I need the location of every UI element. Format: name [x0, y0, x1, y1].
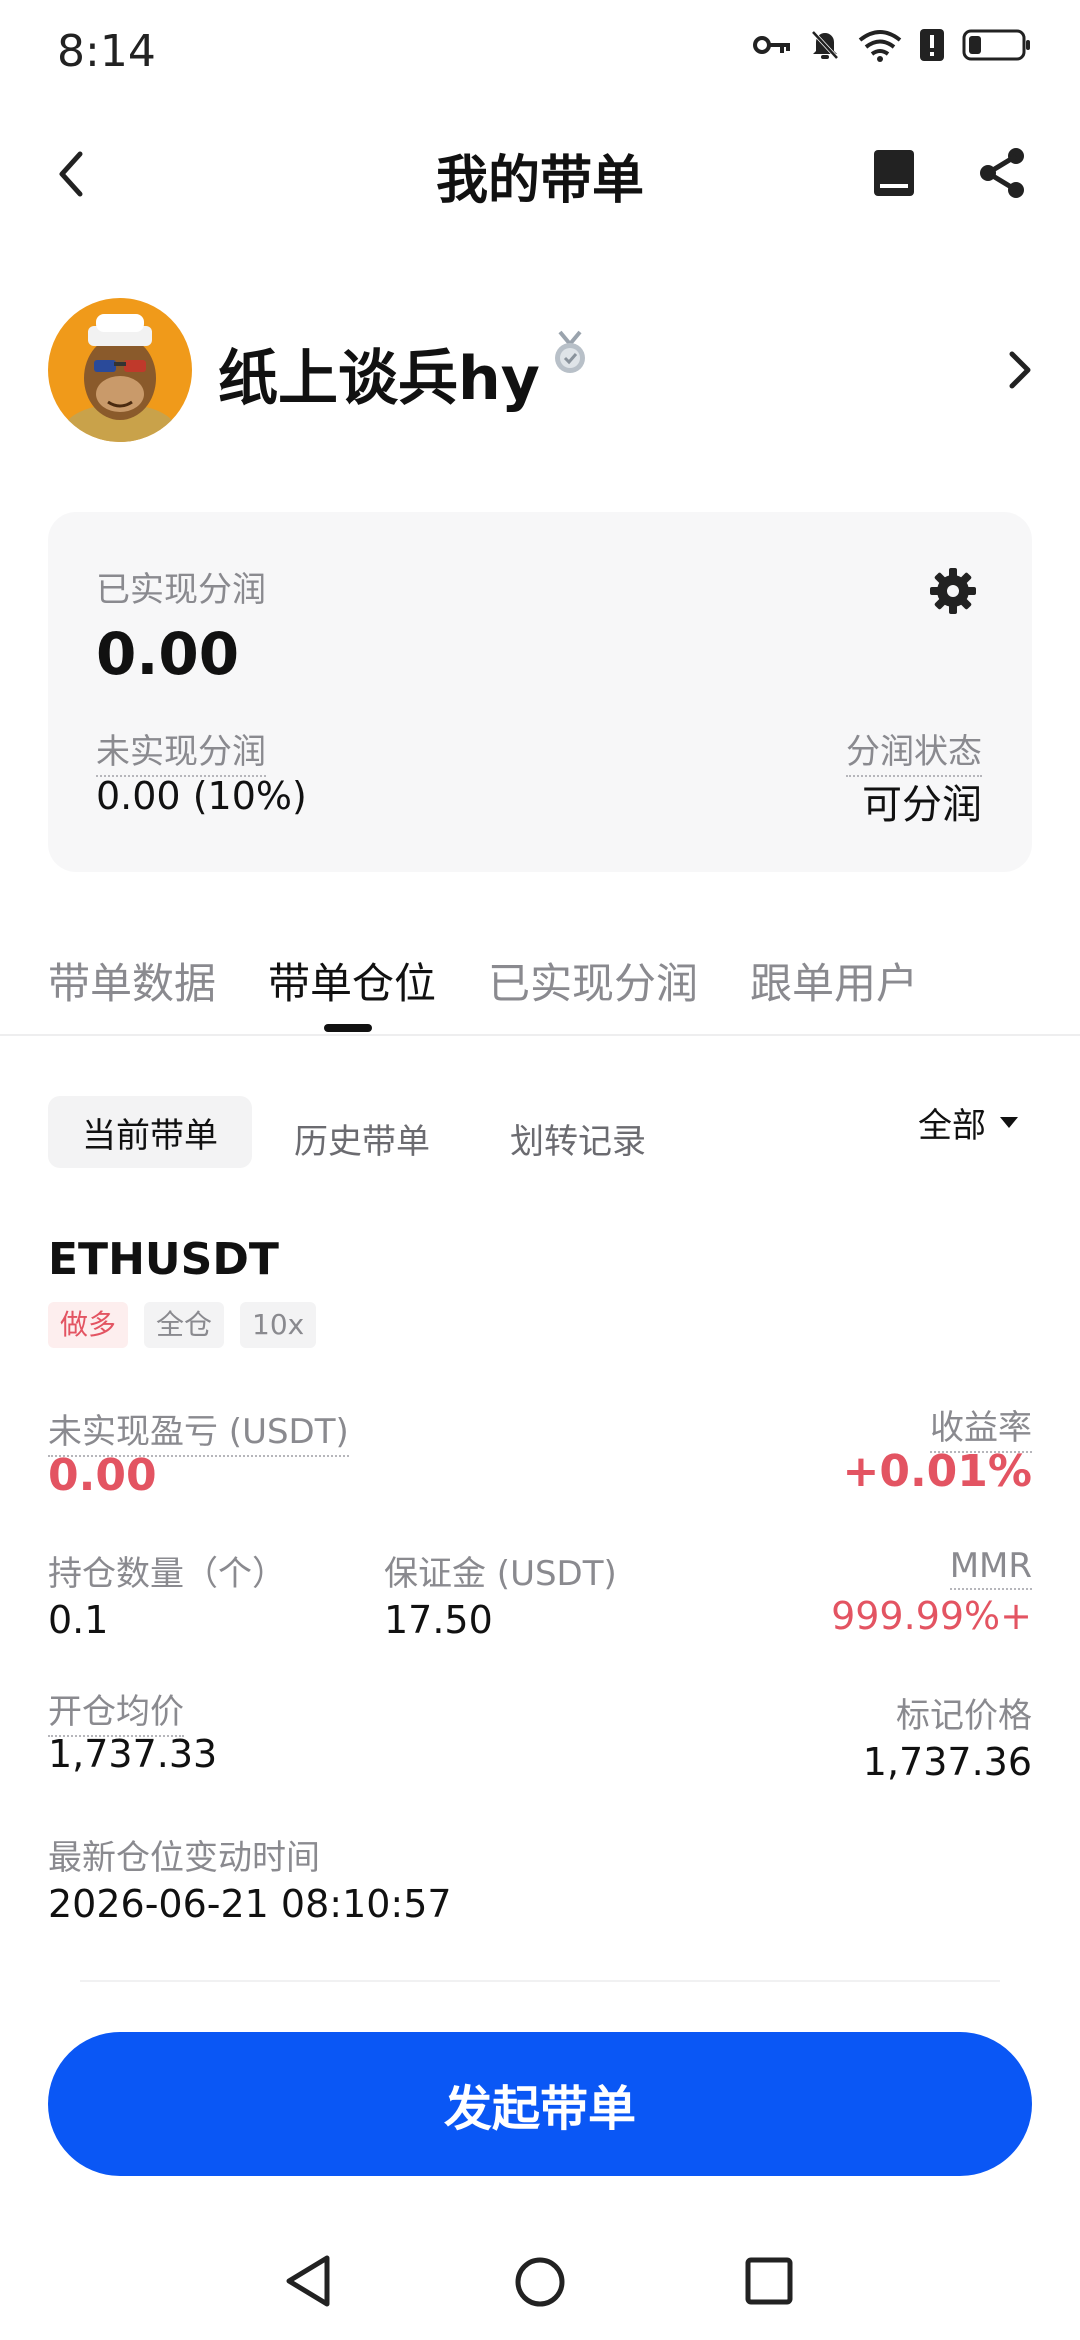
gear-icon	[930, 568, 976, 614]
tag-leverage: 10x	[240, 1302, 317, 1348]
tab-followers[interactable]: 跟单用户	[750, 950, 918, 1011]
unrealized-share-label[interactable]: 未实现分润	[96, 724, 266, 777]
last-change-time-label: 最新仓位变动时间	[48, 1838, 320, 1878]
tab-realized-share[interactable]: 已实现分润	[488, 950, 698, 1011]
avatar[interactable]	[48, 298, 192, 442]
realized-share-label: 已实现分润	[96, 570, 266, 610]
share-status-value: 可分润	[862, 782, 982, 828]
mmr-label[interactable]: MMR	[949, 1546, 1032, 1590]
alert-icon	[920, 29, 944, 61]
margin-value: 17.50	[384, 1598, 493, 1642]
book-icon	[874, 150, 914, 196]
nav-recents-button[interactable]	[744, 2256, 794, 2310]
ape-avatar-icon	[48, 298, 192, 442]
tag-direction: 做多	[48, 1302, 129, 1348]
share-icon	[980, 148, 1024, 198]
unrealized-share-value: 0.00 (10%)	[96, 774, 307, 818]
last-change-time-value: 2026-06-21 08:10:57	[48, 1882, 452, 1926]
status-time: 8:14	[57, 26, 156, 77]
profile-chevron-icon[interactable]	[1004, 350, 1034, 390]
tab-divider	[0, 1034, 1080, 1036]
triangle-back-icon	[286, 2255, 330, 2307]
profile-name[interactable]: 纸上谈兵hy	[218, 330, 540, 417]
circle-home-icon	[515, 2257, 565, 2307]
bell-off-icon	[811, 30, 839, 60]
mark-price-label: 标记价格	[896, 1696, 1032, 1736]
tag-margin-mode: 全仓	[144, 1302, 225, 1348]
share-status-label[interactable]: 分润状态	[846, 724, 982, 777]
tab-lead-data[interactable]: 带单数据	[48, 950, 216, 1011]
battery-icon	[962, 29, 1030, 61]
medal-icon	[548, 330, 592, 376]
realized-share-value: 0.00	[96, 620, 240, 688]
status-icons	[752, 28, 1032, 62]
entry-price-label[interactable]: 开仓均价	[48, 1684, 184, 1737]
nav-home-button[interactable]	[514, 2256, 566, 2312]
filter-label: 全部	[918, 1106, 986, 1146]
quantity-label: 持仓数量（个）	[48, 1554, 286, 1594]
page-title: 我的带单	[435, 151, 644, 211]
position-symbol[interactable]: ETHUSDT	[48, 1234, 279, 1285]
tab-lead-positions[interactable]: 带单仓位	[268, 950, 436, 1011]
roi-value: +0.01%	[842, 1446, 1032, 1497]
start-lead-button[interactable]: 发起带单	[48, 2032, 1032, 2176]
settings-button[interactable]	[928, 566, 978, 616]
quantity-value: 0.1	[48, 1598, 109, 1642]
subtab-transfer-records[interactable]: 划转记录	[510, 1114, 646, 1163]
mark-price-value: 1,737.36	[862, 1740, 1032, 1784]
nav-back-button[interactable]	[283, 2254, 333, 2312]
active-tab-indicator	[324, 1024, 372, 1032]
share-button[interactable]	[976, 146, 1028, 200]
guide-button[interactable]	[870, 148, 918, 198]
caret-down-icon	[1000, 1117, 1018, 1128]
filter-dropdown[interactable]: 全部	[918, 1098, 1018, 1147]
square-recents-icon	[745, 2257, 793, 2305]
subtab-history[interactable]: 历史带单	[294, 1114, 430, 1163]
entry-price-value: 1,737.33	[48, 1732, 218, 1776]
card-separator	[80, 1980, 1000, 1982]
margin-label: 保证金 (USDT)	[384, 1554, 617, 1594]
wifi-icon	[858, 30, 902, 62]
mmr-value: 999.99%+	[831, 1594, 1032, 1638]
key-icon	[753, 36, 790, 54]
subtab-current[interactable]: 当前带单	[48, 1096, 252, 1168]
main-tabs: 带单数据 带单仓位 已实现分润 跟单用户	[48, 950, 918, 1011]
unrealized-pnl-value: 0.00	[48, 1450, 157, 1501]
